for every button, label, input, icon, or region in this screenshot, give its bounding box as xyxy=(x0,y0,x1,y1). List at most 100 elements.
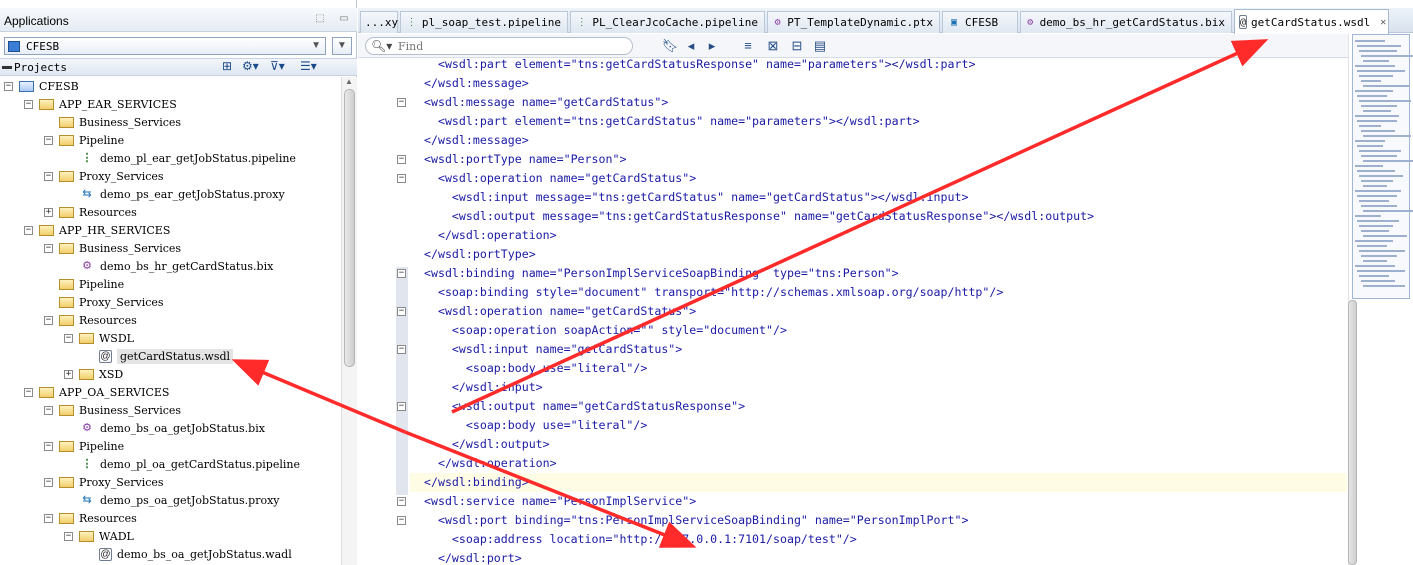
collapse-toggle-icon[interactable]: − xyxy=(64,531,73,541)
code-line[interactable]: </wsdl:binding> xyxy=(410,473,1347,492)
maximize-icon[interactable]: ⬚ xyxy=(314,13,326,25)
application-selector[interactable]: CFESB ▼ xyxy=(4,37,326,55)
projects-header[interactable]: ▬ Projects ⊞ ⚙▾ ⊽▾ ☰▾ xyxy=(0,58,357,76)
code-line[interactable]: <soap:address location="http://127.0.0.1… xyxy=(410,530,1347,549)
collapse-toggle-icon[interactable]: − xyxy=(44,513,53,523)
scroll-up-icon[interactable]: ▲ xyxy=(345,77,353,86)
tree-folder[interactable]: − APP_EAR_SERVICES xyxy=(24,95,177,113)
previous-bookmark-icon[interactable]: ◂ xyxy=(682,37,700,54)
tree-folder[interactable]: − APP_HR_SERVICES xyxy=(24,221,170,239)
fold-toggle-icon[interactable]: − xyxy=(397,497,406,506)
tab[interactable]: ▣ CFESB xyxy=(942,11,1018,33)
code-line[interactable]: <soap:body use="literal"/> xyxy=(410,359,1347,378)
code-view[interactable]: <wsdl:part element="tns:getCardStatusRes… xyxy=(410,58,1347,565)
code-line[interactable]: </wsdl:message> xyxy=(410,131,1347,150)
tree-scrollbar-thumb[interactable] xyxy=(344,89,355,367)
code-line[interactable]: </wsdl:port> xyxy=(410,549,1347,565)
tree-folder[interactable]: Proxy_Services xyxy=(44,293,164,311)
collapse-toggle-icon[interactable]: − xyxy=(44,315,53,325)
code-line[interactable]: <wsdl:part element="tns:getCardStatus" n… xyxy=(410,112,1347,131)
code-line[interactable]: <wsdl:part element="tns:getCardStatusRes… xyxy=(410,58,1347,74)
tab[interactable]: ⚙ PT_TemplateDynamic.ptx xyxy=(767,11,940,33)
code-line[interactable]: <soap:operation soapAction="" style="doc… xyxy=(410,321,1347,340)
code-line[interactable]: <wsdl:operation name="getCardStatus"> xyxy=(410,302,1347,321)
code-line[interactable]: </wsdl:output> xyxy=(410,435,1347,454)
tree-file[interactable]: ⇆ demo_ps_oa_getJobStatus.proxy xyxy=(64,491,279,509)
expand-toggle-icon[interactable]: + xyxy=(64,369,73,379)
project-tree[interactable]: − CFESB − APP_EAR_SERVICES Business_Services… xyxy=(0,77,340,565)
tree-folder[interactable]: − Business_Services xyxy=(44,401,181,419)
application-menu-button[interactable]: ▼ xyxy=(332,37,352,55)
tree-folder[interactable]: − Resources xyxy=(44,311,137,329)
tab[interactable]: ⋮ pl_soap_test.pipeline xyxy=(400,11,568,33)
collapse-toggle-icon[interactable]: − xyxy=(44,405,53,415)
tree-folder[interactable]: − Proxy_Services xyxy=(44,473,164,491)
tree-folder[interactable]: Business_Services xyxy=(44,113,181,131)
collapse-toggle-icon[interactable]: − xyxy=(24,99,33,109)
code-line[interactable]: <wsdl:portType name="Person"> xyxy=(410,150,1347,169)
code-line[interactable]: <wsdl:message name="getCardStatus"> xyxy=(410,93,1347,112)
code-line[interactable]: <soap:body use="literal"/> xyxy=(410,416,1347,435)
fold-toggle-icon[interactable]: − xyxy=(397,516,406,525)
code-line[interactable]: <wsdl:input message="tns:getCardStatus" … xyxy=(410,188,1347,207)
next-bookmark-icon[interactable]: ▸ xyxy=(703,37,721,54)
tree-folder[interactable]: + XSD xyxy=(64,365,123,383)
tree-folder[interactable]: + Resources xyxy=(44,203,137,221)
tab[interactable]: ⋮ PL_ClearJcoCache.pipeline xyxy=(570,11,765,33)
working-sets-icon[interactable]: ⚙▾ xyxy=(242,59,259,75)
code-line[interactable]: </wsdl:portType> xyxy=(410,245,1347,264)
tab[interactable]: ...xy xyxy=(360,11,398,33)
tree-file[interactable]: ⋮ demo_pl_oa_getCardStatus.pipeline xyxy=(64,455,301,473)
filter-icon[interactable]: ⊽▾ xyxy=(270,59,285,75)
locate-icon[interactable]: ⊞ xyxy=(222,59,232,75)
fold-toggle-icon[interactable]: − xyxy=(397,98,406,107)
code-line[interactable]: <soap:binding style="document" transport… xyxy=(410,283,1347,302)
code-line[interactable]: <wsdl:output name="getCardStatusResponse… xyxy=(410,397,1347,416)
editor-scrollbar-thumb[interactable] xyxy=(1348,300,1357,565)
format-icon[interactable]: ≡ xyxy=(739,37,757,54)
tab[interactable]: ⚙ demo_bs_hr_getCardStatus.bix xyxy=(1020,11,1232,33)
tree-file[interactable]: ⋮ demo_pl_ear_getJobStatus.pipeline xyxy=(64,149,296,167)
sort-icon[interactable]: ☰▾ xyxy=(300,59,317,75)
tree-folder[interactable]: − APP_OA_SERVICES xyxy=(24,383,169,401)
tree-file[interactable]: @ getCardStatus.wsdl xyxy=(84,347,234,365)
collapse-toggle-icon[interactable]: − xyxy=(64,333,73,343)
code-line[interactable]: </wsdl:operation> xyxy=(410,226,1347,245)
tree-folder[interactable]: Pipeline xyxy=(44,275,124,293)
tree-folder[interactable]: − Pipeline xyxy=(44,437,124,455)
code-line[interactable]: </wsdl:message> xyxy=(410,74,1347,93)
tree-file[interactable]: ⇆ demo_ps_ear_getJobStatus.proxy xyxy=(64,185,284,203)
bookmark-icon[interactable]: 🔖︎ xyxy=(661,37,679,54)
collapse-toggle-icon[interactable]: − xyxy=(4,81,13,91)
code-line[interactable]: <wsdl:operation name="getCardStatus"> xyxy=(410,169,1347,188)
find-input[interactable] xyxy=(398,40,618,53)
find-box[interactable]: 🔍︎▾ xyxy=(365,37,633,55)
tab-active[interactable]: @ getCardStatus.wsdl ✕ xyxy=(1234,9,1389,34)
code-line[interactable]: <wsdl:input name="getCardStatus"> xyxy=(410,340,1347,359)
collapse-toggle-icon[interactable]: − xyxy=(24,387,33,397)
tree-folder[interactable]: − Proxy_Services xyxy=(44,167,164,185)
tree-file[interactable]: ⚙ demo_bs_hr_getCardStatus.bix xyxy=(64,257,273,275)
close-tab-icon[interactable]: ✕ xyxy=(1380,17,1386,28)
collapse-toggle-icon[interactable]: − xyxy=(44,477,53,487)
code-line[interactable]: <wsdl:binding name="PersonImplServiceSoa… xyxy=(410,264,1347,283)
collapse-toggle-icon[interactable]: − xyxy=(44,441,53,451)
tree-file[interactable]: ⚙ demo_bs_oa_getJobStatus.bix xyxy=(64,419,265,437)
tree-folder[interactable]: − Business_Services xyxy=(44,239,181,257)
code-line[interactable]: <wsdl:service name="PersonImplService"> xyxy=(410,492,1347,511)
search-icon[interactable]: 🔍︎▾ xyxy=(371,39,392,53)
collapse-icon[interactable]: ▬ xyxy=(2,61,12,72)
code-line[interactable]: <wsdl:port binding="tns:PersonImplServic… xyxy=(410,511,1347,530)
tag-icon[interactable]: ⊟ xyxy=(788,37,806,54)
code-line[interactable]: <wsdl:output message="tns:getCardStatusR… xyxy=(410,207,1347,226)
fold-toggle-icon[interactable]: − xyxy=(397,307,406,316)
tree-folder[interactable]: − CFESB xyxy=(4,77,79,95)
collapse-toggle-icon[interactable]: − xyxy=(44,171,53,181)
tree-folder[interactable]: − Pipeline xyxy=(44,131,124,149)
editor-scrollbar[interactable] xyxy=(1348,300,1358,565)
validate-icon[interactable]: ⊠ xyxy=(764,37,782,54)
block-icon[interactable]: ▤ xyxy=(811,37,829,54)
collapse-toggle-icon[interactable]: − xyxy=(44,243,53,253)
fold-toggle-icon[interactable]: − xyxy=(397,269,406,278)
tree-file[interactable]: @ demo_bs_oa_getJobStatus.wadl xyxy=(84,545,292,563)
